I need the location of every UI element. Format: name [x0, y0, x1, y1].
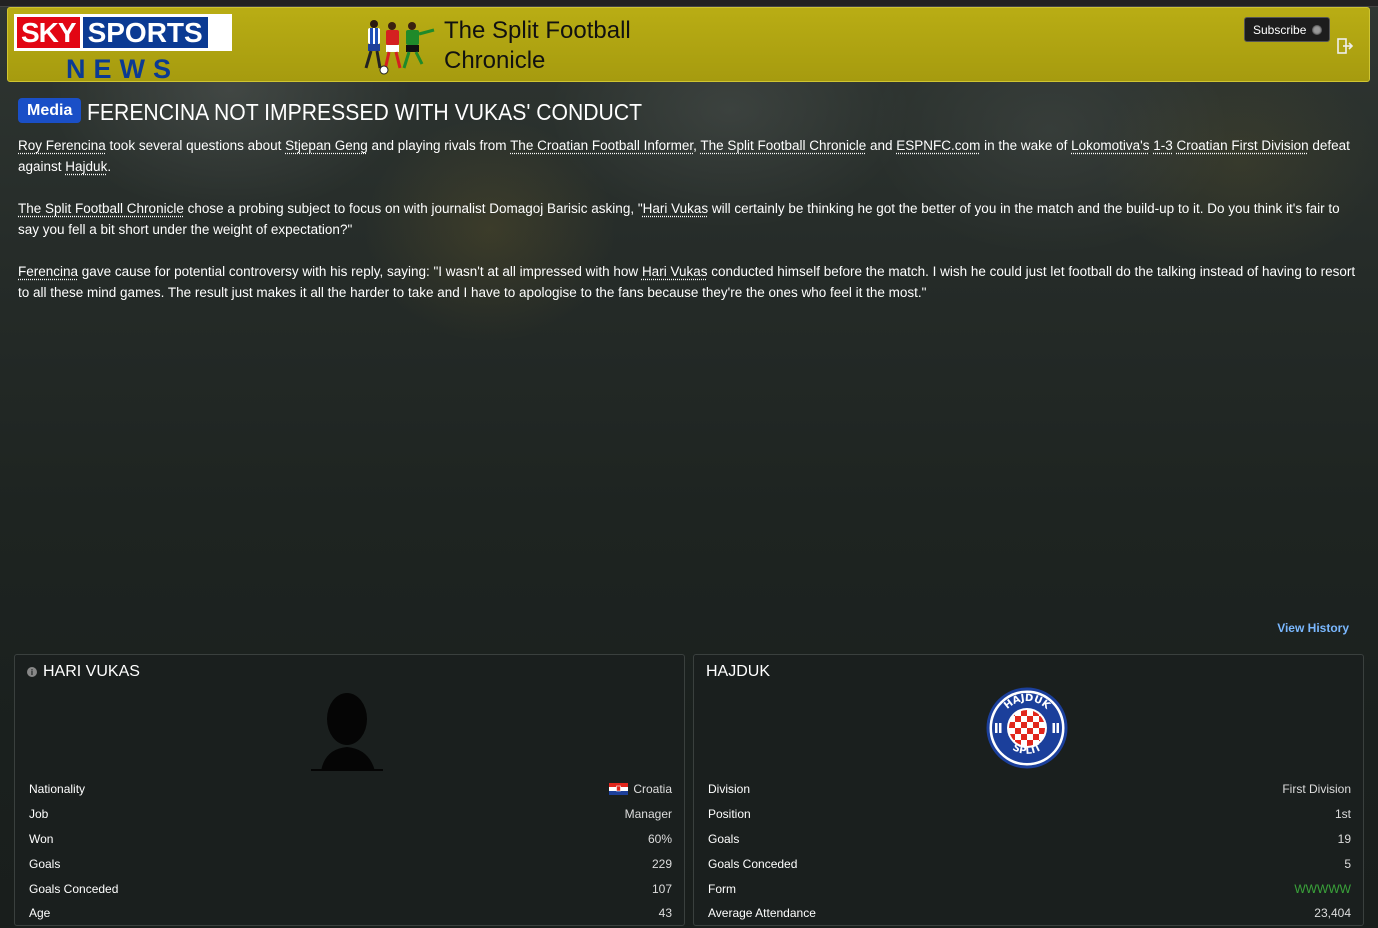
stat-value: 107	[651, 881, 672, 896]
article-link[interactable]: Hari Vukas	[642, 264, 708, 279]
top-window-bar	[0, 0, 1378, 7]
article-paragraph-3: Ferencina gave cause for potential contr…	[18, 261, 1363, 303]
article-text: took several questions about	[105, 138, 286, 153]
club-stats: Division First Division Position 1st Goa…	[708, 777, 1351, 926]
sky-sports-wordmark: SKY SPORTS	[14, 14, 232, 51]
subscribe-label: Subscribe	[1253, 22, 1307, 37]
article-link[interactable]: The Croatian Football Informer	[510, 138, 693, 153]
article-link[interactable]: Ferencina	[18, 264, 78, 279]
stat-row-goals: Goals 229	[29, 851, 672, 876]
newspaper-title: The Split Football Chronicle	[444, 16, 674, 76]
stat-label: Division	[708, 782, 751, 797]
club-name: HAJDUK	[706, 663, 771, 680]
stat-label: Nationality	[29, 782, 86, 797]
article-link[interactable]: Stjepan Geng	[285, 138, 368, 153]
brand-sports: SPORTS	[82, 17, 208, 48]
article-link[interactable]: Croatian First Division	[1177, 138, 1309, 153]
stat-row-goals: Goals 19	[708, 827, 1351, 852]
hajduk-crest-icon[interactable]: HAJDUK SPLIT	[986, 687, 1068, 769]
stat-row-job: Job Manager	[29, 802, 672, 827]
stat-row-form: Form WWWWW	[708, 876, 1351, 901]
form-value: WWWWW	[1294, 881, 1351, 896]
footballers-icon	[364, 20, 435, 75]
article-link[interactable]: Hajduk	[65, 159, 107, 174]
stat-row-nationality: Nationality Croatia	[29, 777, 672, 802]
article-text: in the wake of	[980, 138, 1072, 153]
stat-value: Manager	[624, 807, 672, 822]
newspaper-title-line1: The Split Football	[444, 17, 631, 44]
brand-news: NEWS	[66, 54, 179, 84]
info-icon[interactable]: i	[27, 667, 37, 677]
croatia-flag-icon	[609, 783, 629, 796]
stat-row-average-attendance: Average Attendance 23,404	[708, 901, 1351, 926]
newspaper-header: SKY SPORTS NEWS The Split Football Chron…	[7, 7, 1370, 84]
article-text: chose a probing subject to focus on with…	[183, 201, 643, 216]
stat-value: 60%	[647, 831, 672, 846]
stat-label: Age	[29, 906, 51, 921]
stat-row-goals-conceded: Goals Conceded 107	[29, 876, 672, 901]
article-link[interactable]: ESPNFC.com	[896, 138, 980, 153]
subscribe-indicator-icon	[1312, 24, 1323, 35]
article-link[interactable]: 1-3	[1153, 138, 1173, 153]
brand-sky: SKY	[17, 17, 80, 48]
stat-row-goals-conceded: Goals Conceded 5	[708, 851, 1351, 876]
subscribe-button[interactable]: Subscribe	[1244, 17, 1330, 42]
person-silhouette-icon	[311, 693, 383, 771]
stat-value: 229	[651, 856, 672, 871]
view-history-link[interactable]: View History	[1277, 621, 1349, 635]
stat-value: Croatia	[633, 782, 672, 797]
article-link[interactable]: Hari Vukas	[643, 201, 709, 216]
article-link[interactable]: Roy Ferencina	[18, 138, 106, 153]
article-paragraph-1: Roy Ferencina took several questions abo…	[18, 135, 1363, 177]
manager-stats: Nationality Croatia Job Manager Won 60% …	[29, 777, 672, 926]
article-body: Roy Ferencina took several questions abo…	[18, 135, 1363, 324]
exit-icon[interactable]	[1336, 37, 1354, 55]
manager-card: i HARI VUKAS Nationality Croatia Job Man…	[14, 654, 685, 926]
article-text: and	[866, 138, 897, 153]
sky-sports-news-logo: SKY SPORTS NEWS	[14, 14, 232, 84]
stat-value: 1st	[1334, 807, 1351, 822]
stat-value: 23,404	[1314, 906, 1351, 921]
stat-label: Goals	[708, 831, 740, 846]
stat-row-won: Won 60%	[29, 827, 672, 852]
stat-label: Average Attendance	[708, 906, 816, 921]
manager-card-title[interactable]: i HARI VUKAS	[27, 663, 140, 681]
stat-value: 43	[658, 906, 672, 921]
article-link[interactable]: The Split Football Chronicle	[700, 138, 866, 153]
stat-row-position: Position 1st	[708, 802, 1351, 827]
stat-value: 5	[1344, 856, 1351, 871]
stat-row-age: Age 43	[29, 901, 672, 926]
article-text: and playing rivals from	[367, 138, 511, 153]
manager-name: HARI VUKAS	[43, 663, 140, 680]
article-paragraph-2: The Split Football Chronicle chose a pro…	[18, 198, 1363, 240]
stat-label: Goals	[29, 856, 61, 871]
stat-label: Job	[29, 807, 49, 822]
stat-label: Goals Conceded	[708, 856, 798, 871]
club-card-title[interactable]: HAJDUK	[706, 663, 770, 681]
stat-value: 19	[1337, 831, 1351, 846]
stat-label: Goals Conceded	[29, 881, 119, 896]
article-text: .	[107, 159, 112, 174]
article-headline: FERENCINA NOT IMPRESSED WITH VUKAS' COND…	[87, 99, 643, 125]
stat-value[interactable]: First Division	[1282, 782, 1351, 796]
newspaper-title-line2: Chronicle	[444, 47, 546, 74]
club-card: HAJDUK HAJDUK SPLIT Division First Divis…	[693, 654, 1364, 926]
media-badge: Media	[18, 98, 82, 123]
stat-label: Form	[708, 881, 736, 896]
stat-label: Position	[708, 807, 751, 822]
article-text: gave cause for potential controversy wit…	[78, 264, 642, 279]
article-link[interactable]: Lokomotiva's	[1071, 138, 1149, 153]
stat-label: Won	[29, 831, 54, 846]
nationality-value[interactable]: Croatia	[609, 782, 672, 796]
article-link[interactable]: The Split Football Chronicle	[18, 201, 184, 216]
stat-row-division: Division First Division	[708, 777, 1351, 802]
